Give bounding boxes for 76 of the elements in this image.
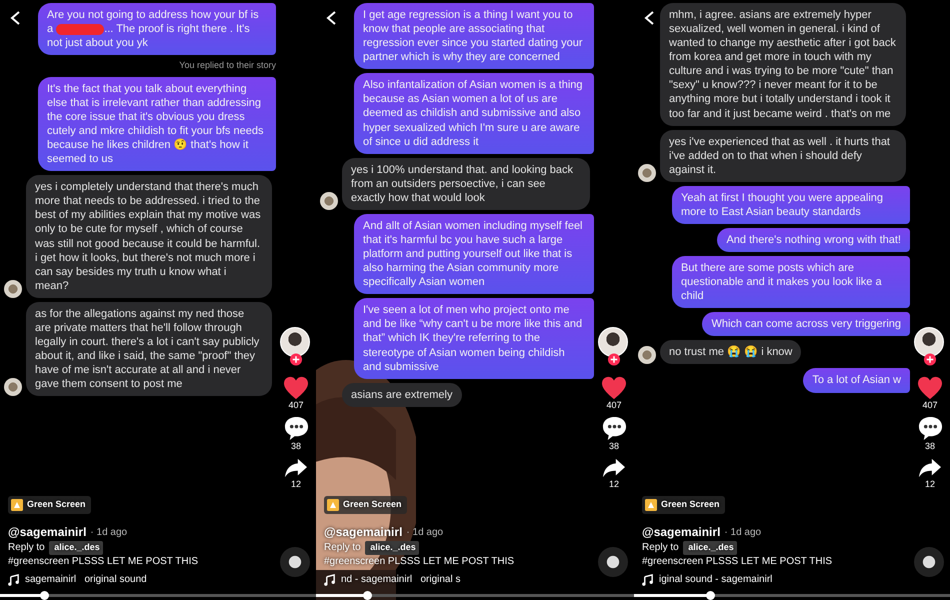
progress-handle[interactable] [706, 591, 715, 600]
message-text: Are you not going to address how your bf is a ... The proof is right there . It's not just about you yk [47, 8, 260, 50]
post-time: · 1d ago [90, 526, 128, 540]
back-button[interactable] [643, 10, 655, 26]
share-icon[interactable] [284, 457, 308, 479]
video-caption: #greenscreen PLSSS LET ME POST THIS [8, 554, 200, 568]
back-button[interactable] [325, 10, 337, 26]
message-text: Yeah at first I thought you were appealing more to East Asian beauty standards [681, 190, 884, 220]
sound-disc[interactable] [280, 547, 310, 577]
post-time: · 1d ago [724, 526, 762, 540]
comment-count: 38 [608, 442, 619, 451]
progress-handle[interactable] [40, 591, 50, 600]
reply-user-chip[interactable]: alice._.des [48, 541, 103, 554]
back-button[interactable] [9, 10, 21, 26]
effect-icon [327, 499, 339, 511]
heart-icon[interactable] [283, 376, 309, 400]
comment-count: 38 [290, 442, 301, 451]
like-count: 407 [606, 401, 622, 410]
like-count: 407 [922, 401, 938, 410]
message-text: But there are some posts which are questionable and it makes you look like a child [681, 261, 883, 304]
heart-icon[interactable] [601, 376, 627, 400]
message-text: I've seen a lot of men who project onto me and be like “why can't u be more like this and that” which IK they're referring to the stereotype of Asian women being childish and submissive [363, 303, 584, 374]
comment-icon[interactable] [602, 416, 626, 441]
sound-name[interactable]: iginal sound - sagemainirl [659, 572, 772, 587]
reply-label: Reply to [642, 541, 679, 554]
reply-user-chip[interactable]: alice._.des [682, 541, 737, 554]
follow-plus-icon[interactable] [924, 353, 936, 366]
comment-icon[interactable] [284, 416, 308, 441]
message-text: Which can come across very triggering [711, 317, 901, 332]
effect-tag[interactable]: Green Screen [8, 496, 91, 514]
reply-label: Reply to [324, 541, 361, 554]
message-text: It's the fact that you talk about everything else that is irrelevant rather than addressing the core issue that it's obvious you dress cutely and mkre childish to fit your bfs needs because he likes children 🤨 that's how it seemed to us [47, 82, 264, 166]
reply-user-chip[interactable]: alice._.des [364, 541, 419, 554]
share-icon[interactable] [602, 457, 626, 479]
effect-icon [645, 499, 657, 511]
post-time: · 1d ago [406, 526, 444, 540]
share-count: 12 [608, 480, 619, 489]
message-text: yes i 100% understand that. and looking back from an outsiders persoective, i can see exactly how that would look [351, 162, 574, 205]
share-count: 12 [290, 480, 301, 489]
creator-avatar[interactable] [914, 327, 946, 366]
reply-label: Reply to [8, 541, 45, 554]
message-text: yes i completely understand that there's much more that needs to be addressed. i tried to the best of my abilities explain that my motive was only to be cute for myself , which of course was still not good because it could be harmful. i get how it looks, but there's not much more i can say besides my truth u know what i mean? [35, 180, 262, 293]
music-note-icon [642, 574, 654, 586]
creator-avatar[interactable] [598, 327, 630, 366]
username[interactable]: @sagemainirl [642, 523, 720, 541]
message-text: To a lot of Asian w [812, 373, 901, 388]
sound-disc[interactable] [914, 547, 944, 577]
message-text: And allt of Asian women including myself feel that it's harmful bc you have such a large platform and putting yourself out like that is also harming the Asian community more specifically Asian women [363, 218, 584, 290]
music-note-icon [324, 574, 336, 586]
follow-plus-icon[interactable] [608, 353, 620, 366]
effect-tag[interactable]: Green Screen [642, 496, 725, 514]
share-count: 12 [924, 480, 935, 489]
message-text: no trust me 😭 😭 i know [669, 345, 792, 360]
message-text: Also infantalization of Asian women is a thing because as Asian women a lot of us are deemed as childish and submissive and also hyper sexualized which I'm sure u are aware of since u did address it [363, 78, 584, 149]
sound-name[interactable]: sagemainirl original sound [25, 572, 147, 587]
message-text: as for the allegations against my ned those are private matters that he'll follow through legally in court. there's a lot i can't say publicly about it, and like i said, the same "proof" they have of me isn't accurate at all and i never gave them consent to post me [35, 306, 260, 392]
message-text: And there's nothing wrong with that! [726, 233, 901, 248]
music-note-icon [8, 574, 20, 586]
share-icon[interactable] [918, 457, 942, 479]
sound-name[interactable]: nd - sagemainirl original s [341, 572, 460, 587]
comment-icon[interactable] [918, 416, 942, 441]
story-reply-note: You replied to their story [179, 59, 276, 72]
like-count: 407 [288, 401, 304, 410]
message-text: mhm, i agree. asians are extremely hyper sexualized, well women in general. i kind of wanted to change my aesthetic after i got back from korea and get more in touch with my culture and i was trying to be more "cute" than "sexy" u know??? i never meant for it to be anything more but i totally understand i took it too far and it just became weird . that's on me [669, 8, 897, 121]
message-text: yes i've experienced that as well . it hurts that i've added on to that when i should defy against it. [669, 134, 891, 177]
effect-icon [11, 499, 23, 511]
video-caption: #greenscreen PLSSS LET ME POST THIS [642, 554, 834, 568]
message-text: asians are extremely [351, 388, 452, 402]
sound-disc[interactable] [598, 547, 628, 577]
creator-avatar[interactable] [280, 327, 312, 366]
heart-icon[interactable] [917, 376, 943, 400]
username[interactable]: @sagemainirl [8, 523, 86, 541]
message-text: I get age regression is a thing I want you to know that people are associating that regression ever since you started dating your partner which is why they are concerned [363, 8, 584, 64]
follow-plus-icon[interactable] [290, 353, 302, 366]
comment-count: 38 [924, 442, 935, 451]
effect-tag[interactable]: Green Screen [324, 496, 407, 514]
